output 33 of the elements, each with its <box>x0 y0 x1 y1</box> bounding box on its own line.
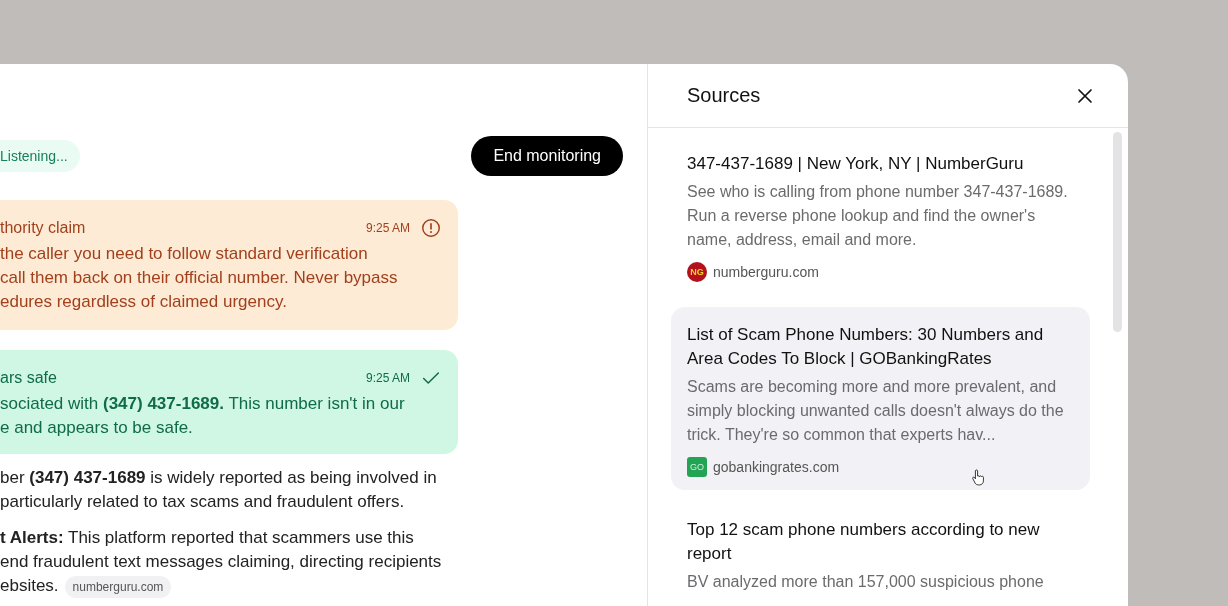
paragraph-text: end fraudulent text messages claiming, directing recipients <box>0 552 442 571</box>
alert-title: ars safe <box>0 369 58 387</box>
source-title: List of Scam Phone Numbers: 30 Numbers and Area Codes To Block | GOBankingRates <box>687 324 1045 370</box>
alert-text: the caller you need to follow standard verification <box>0 243 369 265</box>
alert-circle-icon <box>420 217 442 239</box>
paragraph-text: ber (347) 437-1689 is widely reported as being involved in <box>0 468 437 487</box>
scrollbar[interactable] <box>1113 132 1122 332</box>
source-item[interactable]: 347-437-1689 | New York, NY | NumberGuru See who is calling from phone number 347-437-1689. Run a reverse phone lookup and find the owner's name, address, email and more. NG numberguru.com <box>671 136 1090 295</box>
alert-text: e and appears to be safe. <box>0 417 194 439</box>
source-description: See who is calling from phone number 347-437-1689. Run a reverse phone lookup and find the owner's name, address, email and more. <box>687 182 1069 250</box>
end-monitoring-button[interactable]: End monitoring <box>471 136 623 176</box>
alert-text: sociated with (347) 437-1689. This number isn't in our <box>0 393 406 415</box>
favicon: GO <box>687 457 707 477</box>
source-title: Top 12 scam phone numbers according to new report <box>687 519 1041 565</box>
paragraph-text: particularly related to tax scams and fraudulent offers. <box>0 492 405 511</box>
source-description: Scams are becoming more and more prevalent, and simply blocking unwanted calls doesn't always do the trick. They're so common that experts hav... <box>687 377 1065 445</box>
source-domain: gobankingrates.com <box>713 459 840 475</box>
alert-time: 9:25 AM <box>365 221 410 235</box>
source-description: BV analyzed more than 157,000 suspicious phone <box>687 572 1045 592</box>
source-domain: numberguru.com <box>713 264 819 280</box>
paragraph-text: t Alerts: This platform reported that scammers use this <box>0 528 414 547</box>
source-title: 347-437-1689 | New York, NY | NumberGuru <box>687 153 1025 175</box>
alert-text: call them back on their official number. Never bypass <box>0 267 399 289</box>
source-item[interactable]: Top 12 scam phone numbers according to new report BV analyzed more than 157,000 suspicious phone <box>671 502 1090 606</box>
favicon: NG <box>687 262 707 282</box>
panel-title: Sources <box>687 84 761 107</box>
listening-status: Listening... <box>0 140 80 172</box>
alert-text: edures regardless of claimed urgency. <box>0 291 288 313</box>
source-chip[interactable]: numberguru.com <box>64 576 172 598</box>
paragraph-text: ebsites. <box>0 576 59 595</box>
source-item[interactable] <box>671 307 1090 490</box>
alert-title: thority claim <box>0 219 87 237</box>
alert-time: 9:25 AM <box>365 371 410 385</box>
